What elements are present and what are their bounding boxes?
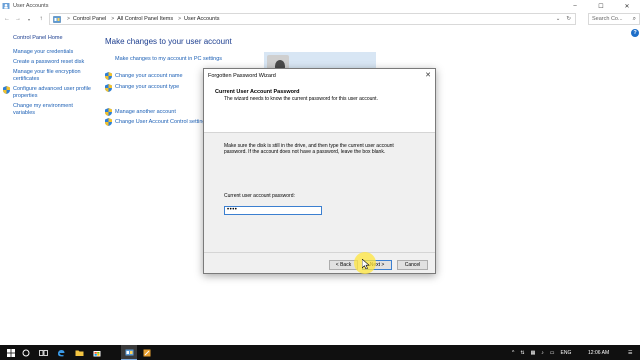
dialog-title: Forgotten Password Wizard bbox=[208, 72, 276, 79]
up-arrow-icon[interactable]: ↑ bbox=[36, 14, 46, 24]
folder-icon bbox=[75, 350, 83, 356]
address-dropdown-icon[interactable]: ⌄ bbox=[556, 16, 561, 22]
shield-icon bbox=[105, 84, 112, 92]
forward-arrow-icon[interactable]: → bbox=[13, 14, 23, 24]
dialog-title-bar: Forgotten Password Wizard ✕ bbox=[204, 69, 435, 82]
control-panel-icon bbox=[125, 349, 133, 355]
shield-icon bbox=[105, 118, 112, 126]
breadcrumb-separator: > bbox=[67, 16, 70, 22]
sidebar-item-environment[interactable]: Change my environment variables bbox=[13, 103, 93, 117]
uac-settings-link[interactable]: Change User Account Control settings bbox=[115, 119, 208, 125]
system-tray: ^ ⇅ ▦ ♪ ▭ ENG bbox=[512, 345, 571, 360]
dialog-heading: Current User Account Password bbox=[215, 89, 300, 95]
search-placeholder: Search Co... bbox=[592, 16, 623, 22]
edge-icon bbox=[58, 349, 65, 356]
control-panel-icon bbox=[53, 15, 61, 23]
window-title: User Accounts bbox=[13, 3, 49, 9]
address-row: ← → ▾ ↑ > Control Panel > All Control Pa… bbox=[0, 13, 640, 26]
task-view-icon bbox=[38, 349, 48, 356]
dialog-divider bbox=[204, 252, 435, 253]
wizard-app-icon bbox=[143, 349, 151, 356]
dialog-header: Current User Account Password The wizard… bbox=[204, 82, 435, 133]
battery-icon[interactable]: ▭ bbox=[550, 350, 555, 356]
language-indicator[interactable]: ENG bbox=[561, 350, 572, 356]
password-field[interactable]: •••• bbox=[224, 206, 322, 215]
shield-icon bbox=[105, 72, 112, 80]
change-type-link[interactable]: Change your account type bbox=[115, 84, 179, 90]
store-button[interactable] bbox=[89, 345, 105, 360]
tray-chevron-icon[interactable]: ^ bbox=[512, 350, 514, 356]
edge-button[interactable] bbox=[53, 345, 69, 360]
clock-time: 12:06 AM bbox=[588, 349, 610, 356]
sidebar: Control Panel Home Manage your credentia… bbox=[3, 35, 103, 120]
dialog-subheading: The wizard needs to know the current pas… bbox=[224, 96, 378, 102]
page-title: Make changes to your user account bbox=[105, 37, 232, 46]
forgotten-password-dialog: Forgotten Password Wizard ✕ Current User… bbox=[203, 68, 436, 274]
breadcrumb-separator: > bbox=[178, 16, 182, 22]
pc-settings-link[interactable]: Make changes to my account in PC setting… bbox=[115, 56, 222, 62]
sidebar-item-encryption[interactable]: Manage your file encryption certificates bbox=[13, 69, 93, 83]
recent-chevron-icon[interactable]: ▾ bbox=[24, 14, 34, 24]
address-bar[interactable]: > Control Panel > All Control Panel Item… bbox=[49, 13, 576, 25]
sidebar-item-credentials[interactable]: Manage your credentials bbox=[13, 49, 103, 56]
keyboard-icon[interactable]: ▦ bbox=[531, 350, 536, 356]
clock[interactable]: 12:06 AM bbox=[588, 345, 609, 360]
mouse-pointer-icon bbox=[362, 259, 370, 269]
breadcrumb-separator: > bbox=[111, 16, 115, 22]
sidebar-home-link[interactable]: Control Panel Home bbox=[13, 35, 103, 41]
sidebar-item-label: Configure advanced user profile properti… bbox=[13, 86, 91, 99]
user-accounts-icon bbox=[2, 3, 10, 9]
sidebar-item-profile-properties[interactable]: Configure advanced user profile properti… bbox=[3, 86, 93, 100]
shield-icon bbox=[3, 86, 10, 94]
back-arrow-icon[interactable]: ← bbox=[2, 14, 12, 24]
breadcrumb-all-items[interactable]: All Control Panel Items bbox=[117, 16, 173, 22]
search-icon: ⌕ bbox=[632, 16, 636, 22]
windows-logo-icon bbox=[7, 348, 15, 357]
wizard-taskbar-button[interactable] bbox=[139, 345, 155, 360]
search-taskbar-button[interactable] bbox=[18, 345, 34, 360]
start-button[interactable] bbox=[3, 345, 19, 360]
breadcrumb-control-panel[interactable]: Control Panel bbox=[73, 16, 106, 22]
shield-icon bbox=[105, 108, 112, 116]
refresh-icon[interactable]: ↻ bbox=[566, 16, 571, 22]
dialog-instructions: Make sure the disk is still in the drive… bbox=[224, 143, 394, 155]
password-label: Current user account password: bbox=[224, 193, 295, 199]
change-name-link[interactable]: Change your account name bbox=[115, 73, 183, 79]
store-bag-icon bbox=[93, 350, 101, 356]
network-icon[interactable]: ⇅ bbox=[520, 350, 524, 356]
breadcrumb-user-accounts[interactable]: User Accounts bbox=[184, 16, 219, 22]
help-icon[interactable]: ? bbox=[631, 29, 639, 37]
search-input[interactable]: Search Co... ⌕ bbox=[588, 13, 640, 25]
manage-other-link[interactable]: Manage another account bbox=[115, 109, 176, 115]
control-panel-taskbar-button[interactable] bbox=[121, 345, 137, 360]
dialog-close-icon[interactable]: ✕ bbox=[425, 71, 431, 79]
taskbar: ^ ⇅ ▦ ♪ ▭ ENG 12:06 AM ☰ bbox=[0, 345, 640, 360]
volume-icon[interactable]: ♪ bbox=[541, 350, 544, 356]
file-explorer-button[interactable] bbox=[71, 345, 87, 360]
close-button[interactable]: ✕ bbox=[614, 0, 640, 12]
minimize-button[interactable]: – bbox=[562, 0, 588, 12]
cancel-button[interactable]: Cancel bbox=[397, 260, 428, 270]
sidebar-item-reset-disk[interactable]: Create a password reset disk bbox=[13, 59, 103, 66]
maximize-button[interactable]: ☐ bbox=[588, 0, 614, 12]
title-bar: User Accounts – ☐ ✕ bbox=[0, 0, 640, 12]
cortana-circle-icon bbox=[22, 349, 30, 356]
task-view-button[interactable] bbox=[35, 345, 51, 360]
action-center-icon[interactable]: ☰ bbox=[628, 345, 632, 360]
